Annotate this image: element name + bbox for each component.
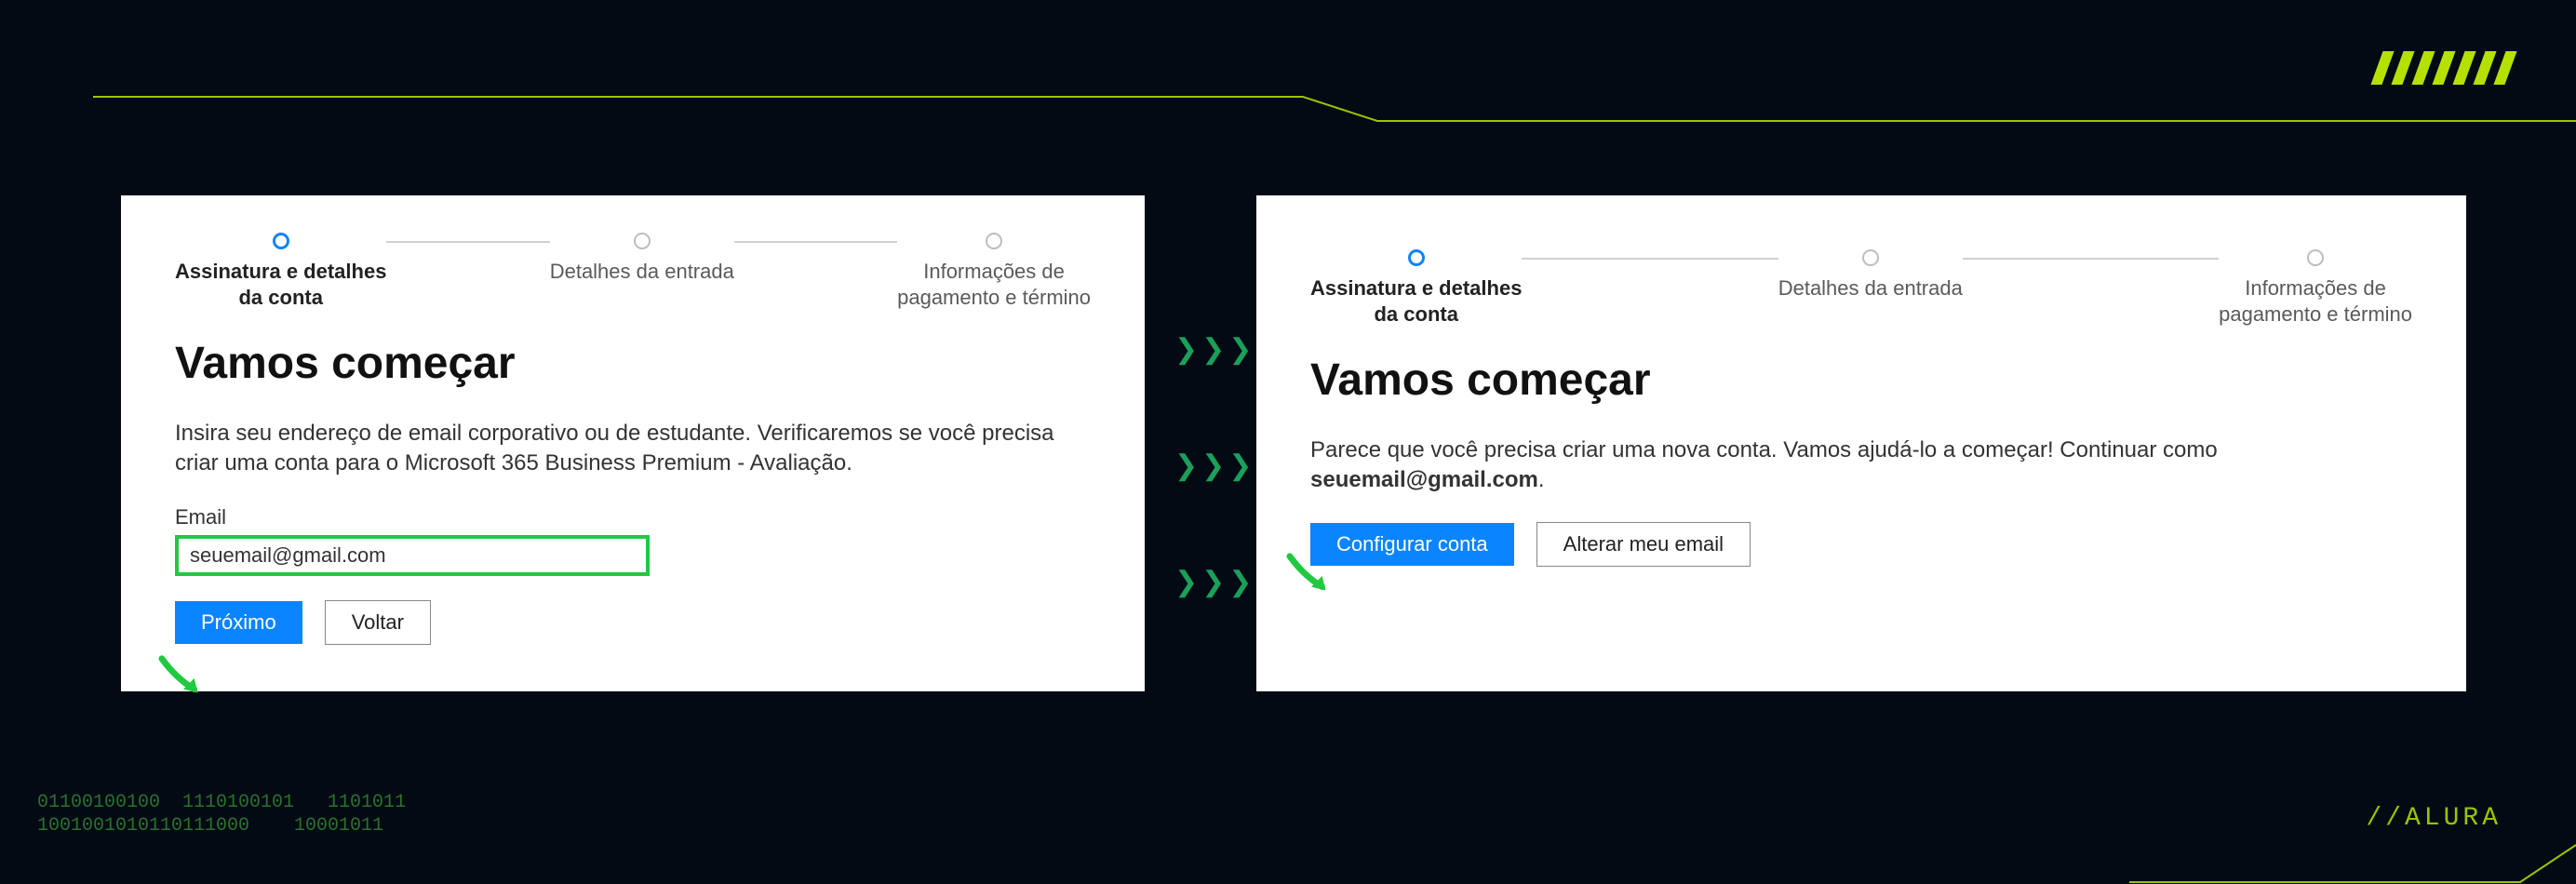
binary-decor-text: 01100100100 1110100101 1101011 100100101… (37, 791, 406, 837)
brand-mark: //ALURA (2366, 804, 2502, 833)
voltar-button[interactable]: Voltar (325, 600, 431, 645)
signup-card-step1b: Assinatura e detalhes da conta Detalhes … (1256, 195, 2466, 691)
page-heading: Vamos começar (1310, 355, 2412, 406)
annotation-arrow-icon (158, 651, 212, 705)
page-heading: Vamos começar (175, 338, 1091, 389)
instruction-text: Parece que você precisa criar uma nova c… (1310, 435, 2412, 496)
corner-rule-decor (2129, 828, 2576, 884)
progress-stepper: Assinatura e detalhes da conta Detalhes … (175, 233, 1091, 310)
step-assinatura: Assinatura e detalhes da conta (1310, 249, 1522, 327)
step-assinatura: Assinatura e detalhes da conta (175, 233, 386, 310)
step-pagamento: Informações de pagamento e término (2219, 249, 2412, 327)
alterar-email-button[interactable]: Alterar meu email (1536, 522, 1751, 567)
top-rule-decor (93, 93, 2576, 130)
proximo-button[interactable]: Próximo (175, 601, 302, 644)
email-label: Email (175, 505, 1091, 529)
configurar-conta-button[interactable]: Configurar conta (1310, 523, 1514, 566)
step-detalhes-entrada: Detalhes da entrada (550, 233, 734, 285)
instruction-text: Insira seu endereço de email corporativo… (175, 419, 1091, 479)
step-pagamento: Informações de pagamento e término (897, 233, 1091, 310)
signup-card-step1: Assinatura e detalhes da conta Detalhes … (121, 195, 1145, 691)
step-detalhes-entrada: Detalhes da entrada (1778, 249, 1963, 301)
progress-stepper: Assinatura e detalhes da conta Detalhes … (1310, 249, 2412, 327)
hash-marks-decor (2377, 51, 2511, 85)
email-input[interactable] (175, 535, 650, 576)
